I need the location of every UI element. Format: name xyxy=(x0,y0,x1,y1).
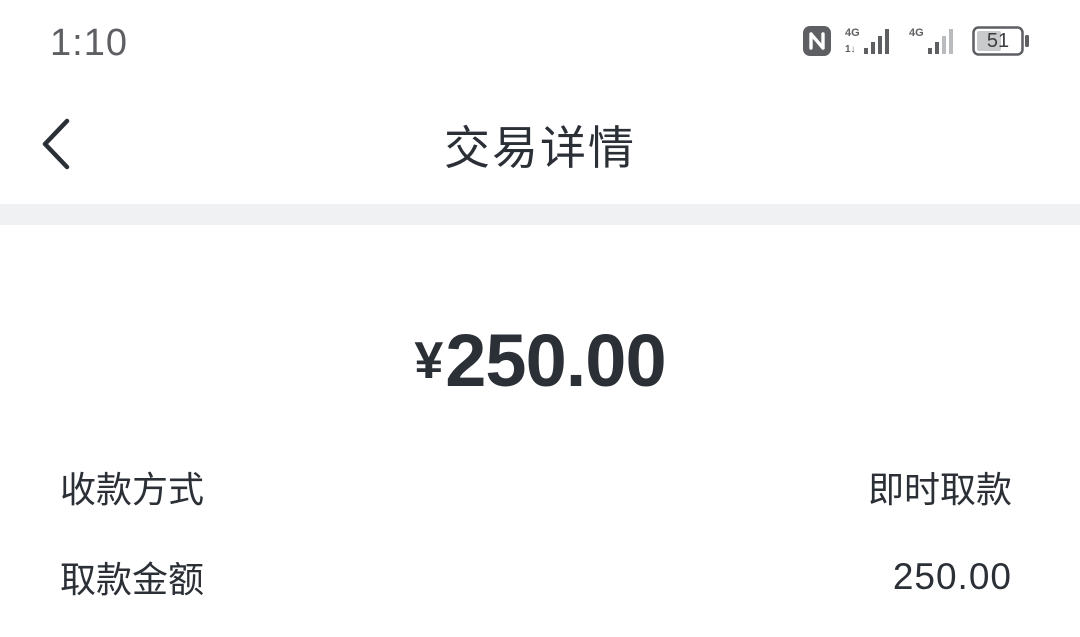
transaction-amount: ¥250.00 xyxy=(0,318,1080,403)
detail-label: 收款方式 xyxy=(60,470,205,511)
detail-row-payment-method: 收款方式 即时取款 xyxy=(60,457,1012,517)
detail-label: 取款金额 xyxy=(60,560,205,601)
page-title: 交易详情 xyxy=(444,121,636,175)
nav-bar: 交易详情 xyxy=(0,84,1080,204)
svg-text:1↓: 1↓ xyxy=(845,44,856,55)
signal-4g-icon: 4G 1↓ xyxy=(845,27,889,55)
status-bar: 1:10 4G 1↓ 4G 51 xyxy=(0,0,1080,84)
detail-row-withdraw-amount: 取款金额 250.00 xyxy=(60,547,1012,607)
amount-value: 250.00 xyxy=(445,319,666,402)
battery-icon: 51 xyxy=(972,26,1030,56)
currency-symbol: ¥ xyxy=(414,332,444,390)
section-divider xyxy=(0,204,1080,225)
nfc-icon xyxy=(803,26,831,56)
svg-text:4G: 4G xyxy=(845,27,860,39)
status-icons: 4G 1↓ 4G 51 xyxy=(802,24,1030,58)
detail-value: 250.00 xyxy=(892,556,1012,597)
svg-text:4G: 4G xyxy=(909,27,924,39)
signal-4g-icon: 4G xyxy=(909,27,953,54)
detail-value: 即时取款 xyxy=(867,470,1012,511)
status-time: 1:10 xyxy=(50,22,128,64)
battery-level: 51 xyxy=(986,30,1010,52)
